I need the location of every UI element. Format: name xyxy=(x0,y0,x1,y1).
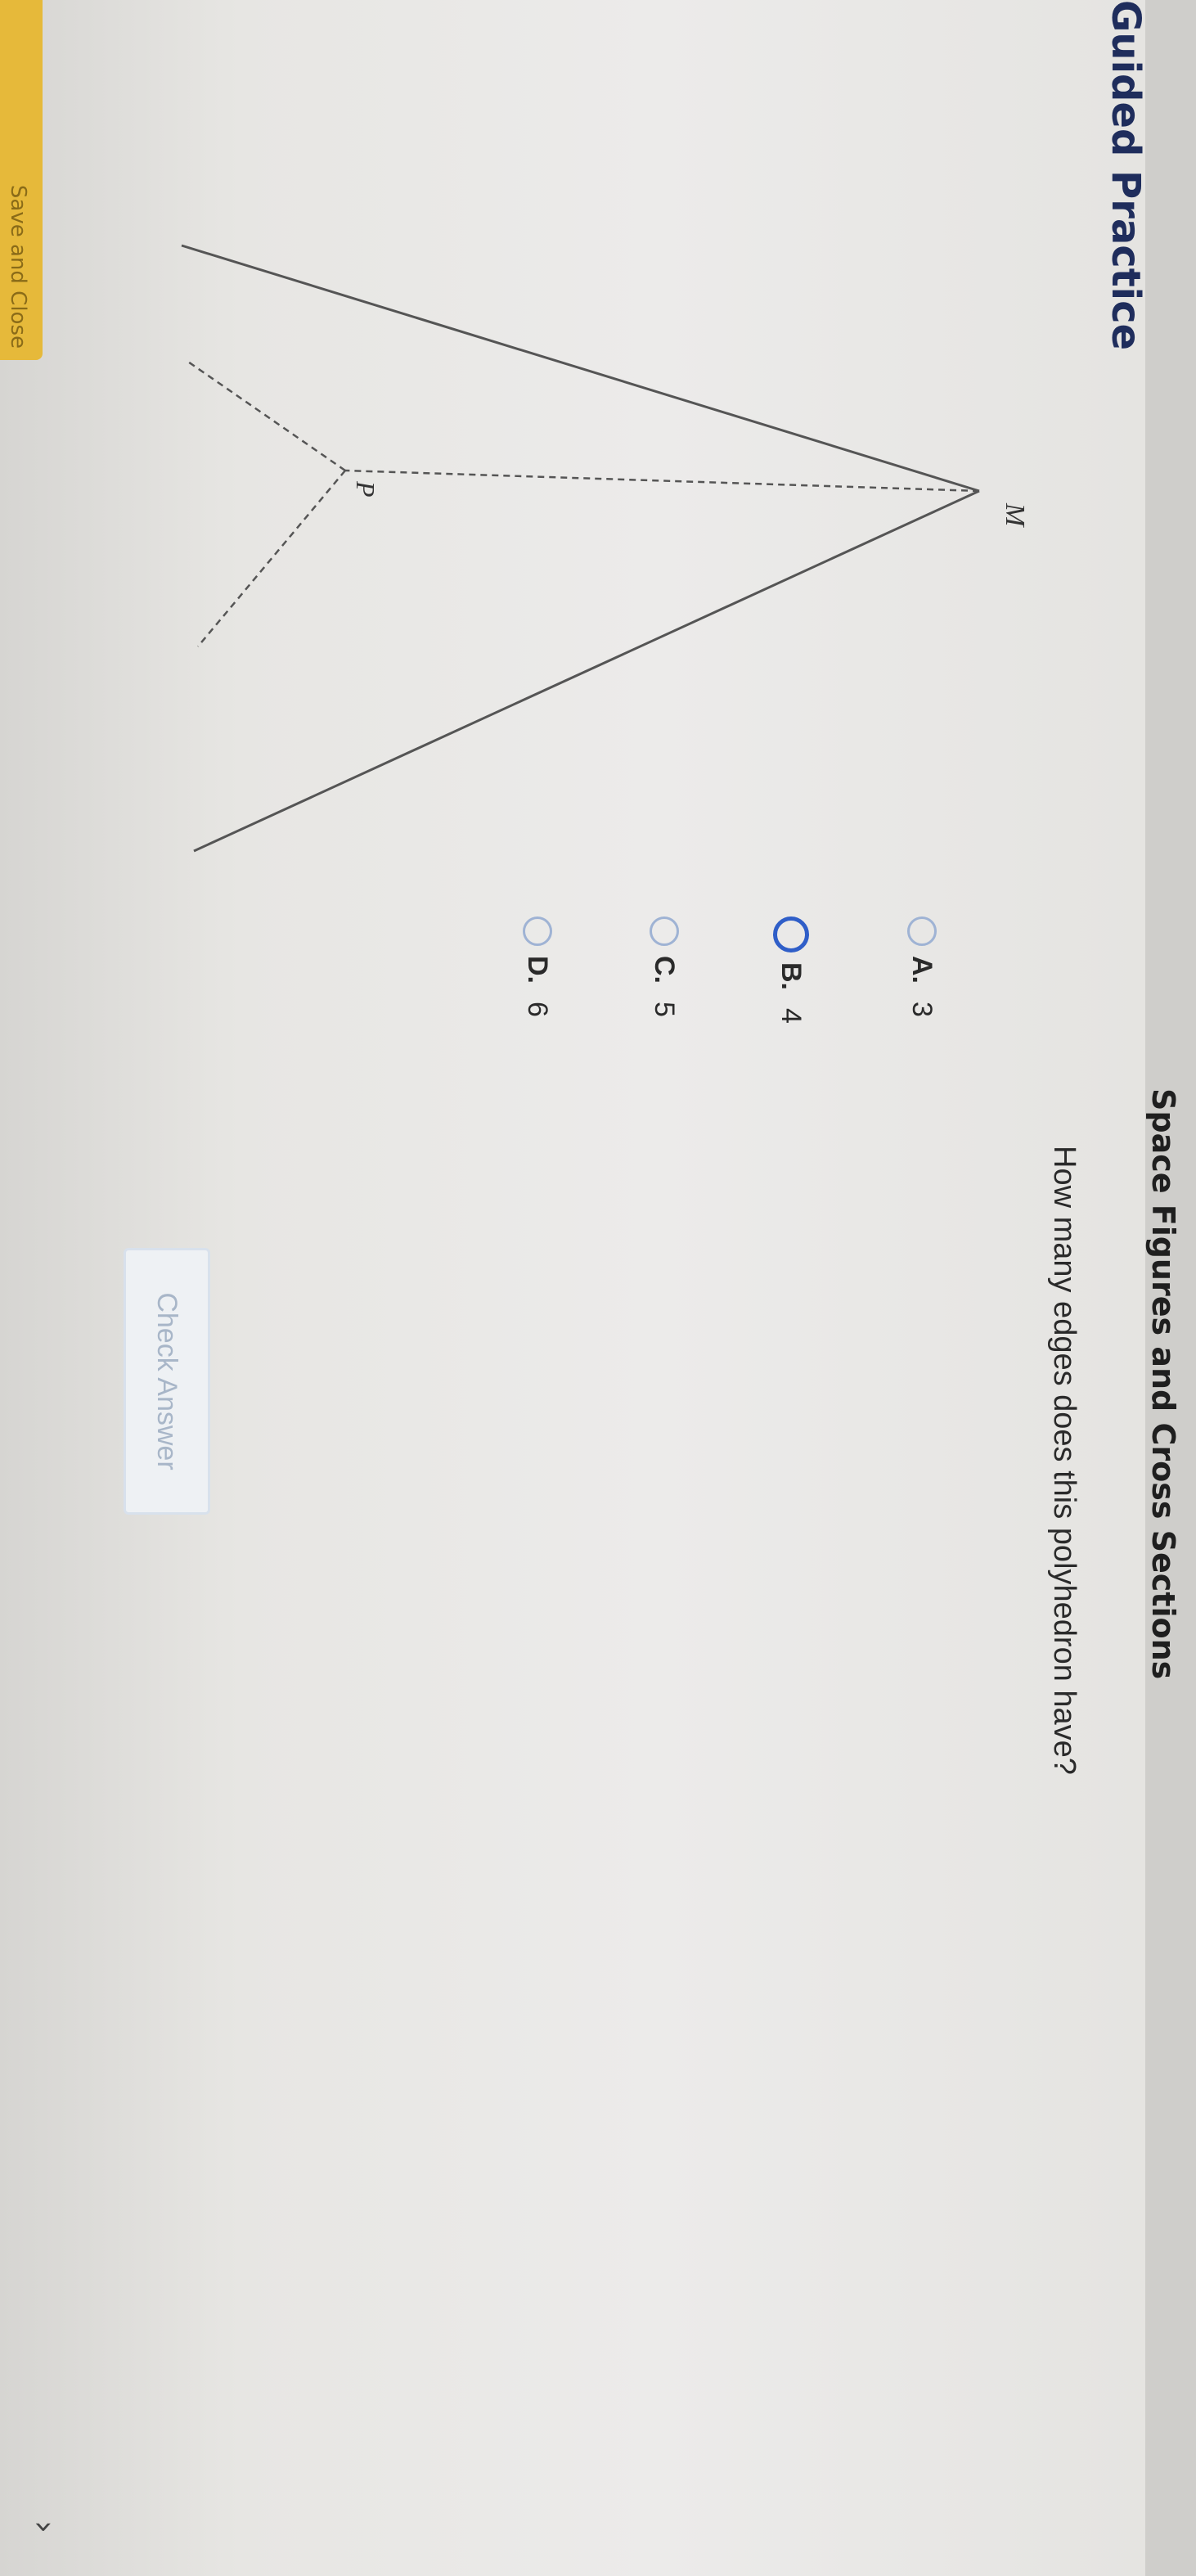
radio-b[interactable] xyxy=(773,916,809,952)
choice-b[interactable]: B. 4 xyxy=(767,916,816,1024)
hidden-edge-axis xyxy=(344,469,980,493)
edge-right xyxy=(193,489,980,853)
radio-c[interactable] xyxy=(650,916,679,946)
choice-a[interactable]: A. 3 xyxy=(897,916,946,1017)
point-label-p: P xyxy=(351,480,380,498)
choice-b-value: 4 xyxy=(776,1008,807,1024)
choice-d-letter: D. xyxy=(522,956,554,984)
rotated-page: Space Figures and Cross Sections Guided … xyxy=(0,0,1196,2576)
radio-a[interactable] xyxy=(907,916,937,946)
point-label-m: M xyxy=(1000,502,1030,528)
choice-c-letter: C. xyxy=(649,956,681,984)
hidden-edge-left xyxy=(185,358,346,472)
choice-c-value: 5 xyxy=(649,1002,681,1017)
chevron-right-icon[interactable]: › xyxy=(25,2520,63,2533)
choice-d-value: 6 xyxy=(522,1002,554,1017)
check-answer-button[interactable]: Check Answer xyxy=(124,1248,210,1515)
edge-left xyxy=(181,244,980,493)
radio-d[interactable] xyxy=(523,916,552,946)
choice-b-letter: B. xyxy=(776,962,807,990)
choice-a-letter: A. xyxy=(906,956,938,984)
hidden-edge-right xyxy=(197,470,346,647)
question-prompt: How many edges does this polyhedron have… xyxy=(1047,1146,1081,1775)
choice-d[interactable]: D. 6 xyxy=(513,916,562,1017)
choice-a-value: 3 xyxy=(906,1002,938,1017)
choice-c[interactable]: C. 5 xyxy=(640,916,689,1017)
